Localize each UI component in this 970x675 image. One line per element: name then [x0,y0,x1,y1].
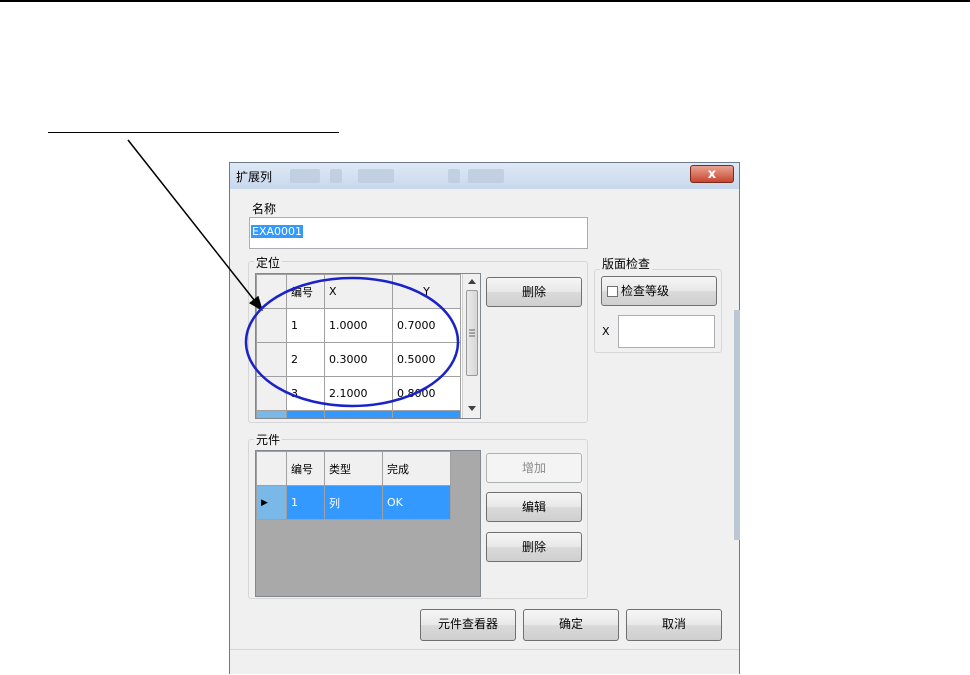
cell-x: 2.1000 [324,376,393,411]
position-grid-scrollbar[interactable] [462,274,480,418]
cancel-button[interactable]: 取消 [626,609,722,641]
position-delete-button[interactable]: 删除 [486,277,582,307]
cell-empty [286,410,325,418]
check-grade-label: 检查等级 [621,284,670,298]
table-row[interactable]: 1 1.0000 0.7000 [256,308,461,343]
extension-column-dialog: 扩展列 x 名称 EXA0001 定位 编号 X Y 1 1.0000 0.70… [229,162,740,674]
column-header[interactable]: X [324,274,393,309]
check-grade-toggle[interactable]: 检查等级 [601,276,717,306]
row-pointer-icon: ▶ [256,485,287,520]
edit-component-button[interactable]: 编辑 [486,492,582,522]
table-row[interactable]: 2 0.3000 0.5000 [256,342,461,377]
cell-type: 列 [324,485,383,520]
close-button[interactable]: x [690,165,734,183]
name-input[interactable]: EXA0001 [249,217,588,249]
components-table: 编号 类型 完成 ▶ 1 列 OK [256,451,451,520]
annotation-underline [48,132,339,133]
column-header[interactable]: 编号 [286,451,325,486]
cell-y: 0.7000 [392,308,461,343]
ok-button[interactable]: 确定 [523,609,619,641]
scroll-thumb[interactable] [466,290,478,376]
check-grade-checkbox[interactable] [607,286,618,297]
scroll-down-icon[interactable] [468,406,476,411]
components-group-label: 元件 [254,431,283,448]
row-header [256,308,287,343]
titlebar-ghost [468,169,504,183]
position-table: 编号 X Y 1 1.0000 0.7000 2 0.3000 0.5000 3… [256,274,461,418]
titlebar-ghost [358,169,394,183]
name-label: 名称 [250,200,279,217]
cell-empty [392,410,461,418]
inspection-group-label: 版面检查 [600,255,653,272]
title-bar[interactable]: 扩展列 x [230,163,739,189]
table-row[interactable]: 3 2.1000 0.8000 [256,376,461,411]
cell-x: 0.3000 [324,342,393,377]
cell-y: 0.5000 [392,342,461,377]
position-group-label: 定位 [254,254,283,271]
cell-x: 1.0000 [324,308,393,343]
cell-id: 3 [286,376,325,411]
cell-empty [324,410,393,418]
component-viewer-button[interactable]: 元件查看器 [420,609,516,641]
top-rule [0,0,970,2]
column-header[interactable]: 编号 [286,274,325,309]
titlebar-ghost [448,169,460,183]
components-grid[interactable]: 编号 类型 完成 ▶ 1 列 OK [255,450,481,597]
row-header [256,410,287,418]
table-row-new[interactable] [256,410,461,418]
scroll-up-icon[interactable] [468,279,476,284]
delete-component-button[interactable]: 删除 [486,532,582,562]
column-header[interactable]: Y [392,274,461,309]
cell-id: 1 [286,308,325,343]
x-label: X [602,325,610,338]
table-row[interactable]: ▶ 1 列 OK [256,485,451,520]
grid-corner [256,451,287,486]
cell-id: 2 [286,342,325,377]
cell-id: 1 [286,485,325,520]
position-grid[interactable]: 编号 X Y 1 1.0000 0.7000 2 0.3000 0.5000 3… [255,273,481,419]
titlebar-ghost [330,169,342,183]
cell-done: OK [382,485,451,520]
cell-y: 0.8000 [392,376,461,411]
grip-icon [469,329,475,337]
close-icon: x [707,167,717,182]
x-input[interactable] [618,315,715,348]
titlebar-ghost [290,169,320,183]
grid-corner [256,274,287,309]
status-bar [230,649,739,674]
window-title: 扩展列 [236,170,273,184]
row-header [256,342,287,377]
name-value: EXA0001 [251,225,304,238]
row-header [256,376,287,411]
add-component-button[interactable]: 增加 [486,453,582,483]
column-header[interactable]: 完成 [382,451,451,486]
column-header[interactable]: 类型 [324,451,383,486]
background-scroll-ghost [734,310,740,540]
